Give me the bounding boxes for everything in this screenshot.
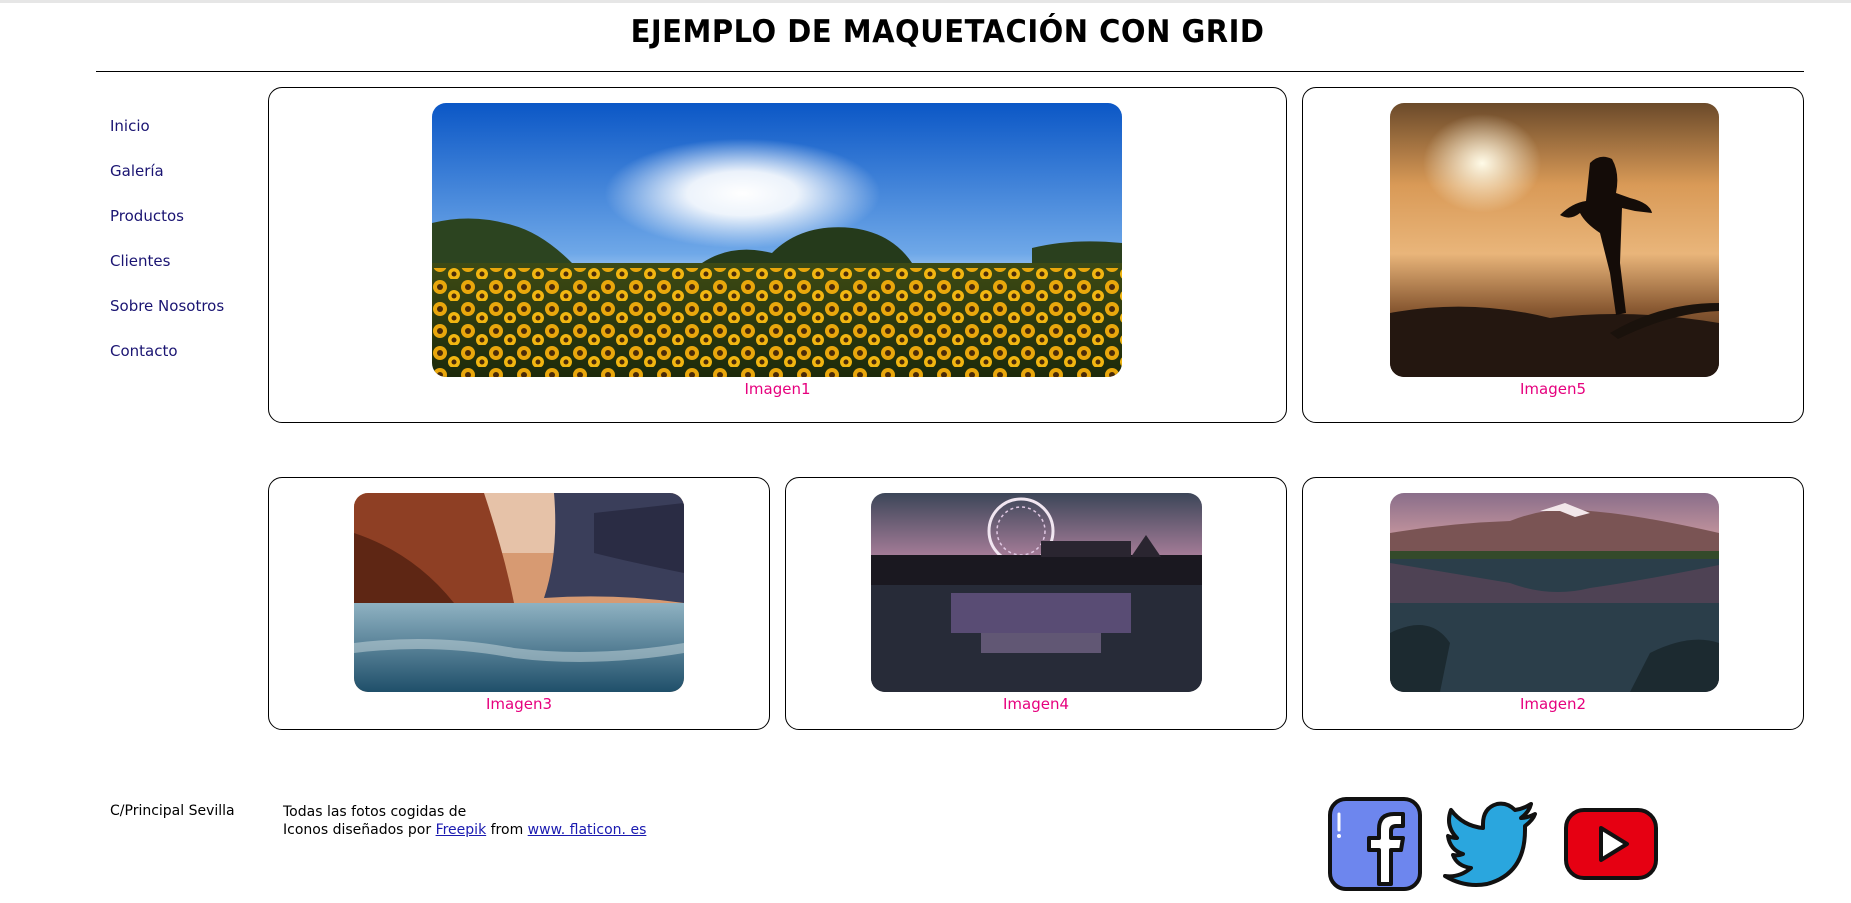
credits-prefix: Iconos diseñados por xyxy=(283,822,432,838)
credits-line1: Todas las fotos cogidas de xyxy=(283,804,467,820)
credits-from: from xyxy=(490,822,524,838)
mountain-lake-image[interactable] xyxy=(1390,493,1719,692)
caption-imagen5: Imagen5 xyxy=(1519,380,1587,398)
credits-line2: Iconos diseñados por Freepik from www. f… xyxy=(283,821,646,839)
gallery-card-imagen5: Imagen5 xyxy=(1302,87,1804,423)
sidebar-item-galeria[interactable]: Galería xyxy=(110,161,270,206)
window-top-edge xyxy=(0,0,1851,3)
sidebar-item-sobre-nosotros[interactable]: Sobre Nosotros xyxy=(110,296,270,341)
sidebar-item-clientes[interactable]: Clientes xyxy=(110,251,270,296)
title-divider xyxy=(96,71,1804,72)
freepik-link[interactable]: Freepik xyxy=(436,822,487,838)
caption-imagen1: Imagen1 xyxy=(744,380,811,398)
footer-address: C/Principal Sevilla xyxy=(110,803,235,819)
footer-credits: Todas las fotos cogidas de Iconos diseña… xyxy=(283,803,646,839)
sidebar-nav: Inicio Galería Productos Clientes Sobre … xyxy=(110,116,270,386)
ferris-wheel-pier-image[interactable] xyxy=(871,493,1202,692)
gallery-card-imagen2: Imagen2 xyxy=(1302,477,1804,730)
sidebar-item-contacto[interactable]: Contacto xyxy=(110,341,270,386)
sunset-silhouette-image[interactable] xyxy=(1390,103,1719,377)
sidebar-item-inicio[interactable]: Inicio xyxy=(110,116,270,161)
youtube-icon[interactable] xyxy=(1563,796,1659,892)
sunflower-field-image[interactable] xyxy=(432,103,1122,377)
caption-imagen2: Imagen2 xyxy=(1519,695,1587,713)
gallery-card-imagen1: Imagen1 xyxy=(268,87,1287,423)
flaticon-link[interactable]: www. flaticon. es xyxy=(528,822,647,838)
caption-imagen3: Imagen3 xyxy=(485,695,553,713)
sidebar-item-productos[interactable]: Productos xyxy=(110,206,270,251)
caption-imagen4: Imagen4 xyxy=(1002,695,1070,713)
gallery-card-imagen3: Imagen3 xyxy=(268,477,770,730)
page-title: EJEMPLO DE MAQUETACIÓN CON GRID xyxy=(630,12,1265,50)
gallery-card-imagen4: Imagen4 xyxy=(785,477,1287,730)
twitter-icon[interactable] xyxy=(1443,796,1539,892)
facebook-icon[interactable] xyxy=(1327,796,1423,892)
canyon-river-image[interactable] xyxy=(354,493,684,692)
